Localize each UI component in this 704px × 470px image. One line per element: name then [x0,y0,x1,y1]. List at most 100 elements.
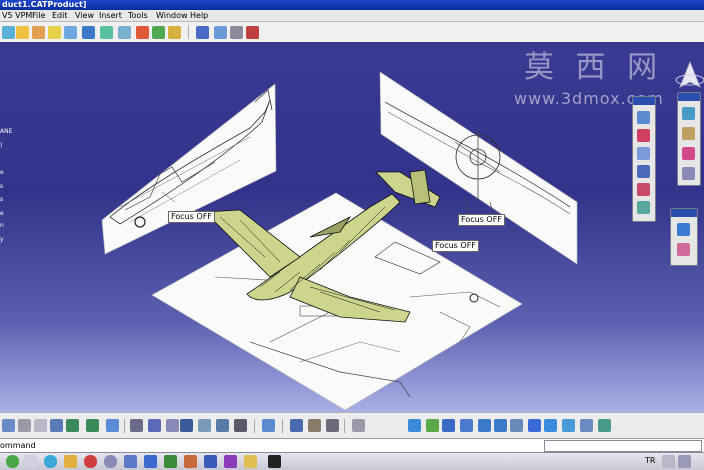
wrench-icon[interactable] [682,107,695,120]
print-icon[interactable] [50,419,63,432]
start-icon[interactable] [6,455,19,468]
folder-icon[interactable] [64,455,77,468]
cut-icon[interactable] [2,419,15,432]
reorder-icon[interactable] [152,26,165,39]
tree-node[interactable]: n [0,222,4,229]
explode-icon[interactable] [214,26,227,39]
hide-show-icon[interactable] [580,419,593,432]
existing-component-icon[interactable] [48,26,61,39]
menu-v5vpm[interactable]: V5 VPM [2,10,32,22]
rotate-icon[interactable] [460,419,473,432]
formula-icon[interactable] [130,419,143,432]
fast-instantiation-icon[interactable] [136,26,149,39]
toolbar-separator [344,419,345,433]
app-icon[interactable] [224,455,237,468]
menu-window[interactable]: Window [156,10,188,22]
excel-icon[interactable] [164,455,177,468]
desktop-icon[interactable] [24,455,37,468]
app-icon[interactable] [124,455,137,468]
sketch-plane-icon[interactable] [637,147,650,160]
pencil-icon[interactable] [682,127,695,140]
command-input[interactable] [544,440,702,452]
app-icon[interactable] [204,455,217,468]
measure-icon[interactable] [234,419,247,432]
manipulate-icon[interactable] [168,26,181,39]
tray-icon[interactable] [678,455,691,468]
tree-node[interactable]: s [0,183,3,190]
zoom-in-icon[interactable] [478,419,491,432]
menu-bar: V5 VPM File Edit View Insert Tools Windo… [0,10,704,22]
multi-instantiation-icon[interactable] [118,26,131,39]
part-icon[interactable] [32,26,45,39]
zoom-out-icon[interactable] [494,419,507,432]
toolbar-handle[interactable] [671,209,697,217]
shading-icon[interactable] [562,419,575,432]
menu-edit[interactable]: Edit [52,10,68,22]
comment-icon[interactable] [148,419,161,432]
pan-icon[interactable] [442,419,455,432]
fly-mode-icon[interactable] [408,419,421,432]
measure-icon[interactable] [682,167,695,180]
fit-all-icon[interactable] [426,419,439,432]
app-icon[interactable] [144,455,157,468]
copy-icon[interactable] [18,419,31,432]
menu-insert[interactable]: Insert [99,10,122,22]
menu-tools[interactable]: Tools [128,10,148,22]
view-icon[interactable] [677,223,690,236]
catia-task-icon[interactable] [268,455,281,468]
constraint-icon[interactable] [290,419,303,432]
tree-node[interactable]: ) [0,142,2,149]
menu-file[interactable]: File [32,10,45,22]
component-icon[interactable] [16,26,29,39]
browser-icon[interactable] [44,455,57,468]
material-icon[interactable] [682,147,695,160]
curve-icon[interactable] [637,183,650,196]
bottom-toolbar [0,412,704,439]
lock-icon[interactable] [326,419,339,432]
update-icon[interactable] [262,419,275,432]
redo-icon[interactable] [86,419,99,432]
toolbar-handle[interactable] [633,97,655,105]
multi-view-icon[interactable] [528,419,541,432]
3d-viewport[interactable]: ANE ) e s s e n y Focus OFF Focus OFF Fo… [0,42,704,412]
whats-this-icon[interactable] [106,419,119,432]
app-icon[interactable] [104,455,117,468]
tray-icon[interactable] [662,455,675,468]
analysis-icon[interactable] [216,419,229,432]
explode-icon[interactable] [308,419,321,432]
clash-icon[interactable] [246,26,259,39]
media-icon[interactable] [84,455,97,468]
paste-icon[interactable] [34,419,47,432]
tree-node[interactable]: y [0,236,4,243]
catalog-icon[interactable] [198,419,211,432]
toolbar-handle[interactable] [678,93,700,101]
product-icon[interactable] [2,26,15,39]
normal-view-icon[interactable] [510,419,523,432]
tree-node[interactable]: s [0,196,3,203]
swap-space-icon[interactable] [598,419,611,432]
graph-tree-icon[interactable] [82,26,95,39]
table-icon[interactable] [180,419,193,432]
scene-icon[interactable] [352,419,365,432]
iso-view-icon[interactable] [544,419,557,432]
app-icon[interactable] [184,455,197,468]
tree-node[interactable]: e [0,210,4,217]
menu-view[interactable]: View [75,10,94,22]
replace-component-icon[interactable] [64,26,77,39]
tree-node[interactable]: e [0,169,4,176]
tree-node[interactable]: ANE [0,128,12,135]
create-image-icon[interactable] [637,111,650,124]
stop-manipulate-icon[interactable] [230,26,243,39]
render-icon[interactable] [677,243,690,256]
immersive-sketch-icon[interactable] [637,129,650,142]
app-icon[interactable] [244,455,257,468]
menu-help[interactable]: Help [190,10,208,22]
snap-icon[interactable] [196,26,209,39]
language-indicator[interactable]: TR [645,456,655,465]
knowledge-icon[interactable] [166,419,179,432]
toolbar-separator [254,419,255,433]
camera-icon[interactable] [637,165,650,178]
generate-numbering-icon[interactable] [100,26,113,39]
analysis-icon[interactable] [637,201,650,214]
undo-icon[interactable] [66,419,79,432]
